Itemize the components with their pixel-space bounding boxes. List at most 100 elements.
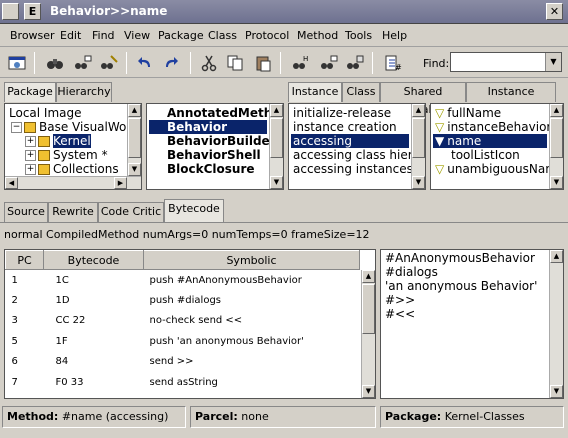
list-item[interactable]: ▽ unambiguousNam <box>435 162 557 176</box>
var-refs-icon[interactable] <box>318 52 340 74</box>
list-item[interactable]: accessing class hiera <box>293 148 420 162</box>
protocol-list[interactable]: initialize-release instance creation acc… <box>288 103 426 190</box>
literals-pane[interactable]: #AnAnonymousBehavior #dialogs 'an anonym… <box>380 249 564 399</box>
list-item[interactable]: instance creation <box>293 120 397 134</box>
override-marker-icon: ▽ <box>435 106 445 120</box>
menu-tools[interactable]: Tools <box>345 29 372 42</box>
literal-item[interactable]: #AnAnonymousBehavior <box>385 251 535 265</box>
chevron-down-icon[interactable]: ▼ <box>545 53 561 71</box>
redo-icon[interactable] <box>160 52 182 74</box>
find-combobox[interactable]: ▼ <box>450 52 562 72</box>
menu-method[interactable]: Method <box>297 29 338 42</box>
tab-class[interactable]: Class <box>342 82 380 102</box>
column-header-bytecode[interactable]: Bytecode <box>43 250 144 270</box>
tab-hierarchy[interactable]: Hierarchy <box>56 82 112 102</box>
expand-icon[interactable]: + <box>25 136 36 147</box>
tab-bytecode[interactable]: Bytecode <box>164 199 224 222</box>
scrollbar[interactable]: ▲ ▼ <box>127 104 141 176</box>
expand-icon[interactable]: + <box>25 164 36 175</box>
list-item[interactable]: initialize-release <box>293 106 391 120</box>
scrollbar[interactable]: ▲ ▼ <box>361 270 375 398</box>
sharp-icon[interactable]: # <box>382 52 404 74</box>
window-app-glyph[interactable]: E <box>24 3 41 20</box>
status-parcel: Parcel: none <box>190 406 376 428</box>
table-row[interactable]: 3 CC 22 no-check send << <box>6 311 360 332</box>
cut-icon[interactable] <box>198 52 220 74</box>
literal-item[interactable]: 'an anonymous Behavior' <box>385 279 537 293</box>
tree-item[interactable]: + System * <box>25 148 108 162</box>
menu-help[interactable]: Help <box>382 29 407 42</box>
literal-item[interactable]: #dialogs <box>385 265 438 279</box>
undo-icon[interactable] <box>134 52 156 74</box>
package-tree[interactable]: Local Image − Base VisualWo + Kernel + Syst… <box>4 103 142 190</box>
tab-package[interactable]: Package <box>4 82 56 102</box>
tree-item[interactable]: Local Image <box>9 106 82 120</box>
table-row[interactable]: 965return <box>6 393 360 398</box>
menu-edit[interactable]: Edit <box>60 29 81 42</box>
table-row[interactable]: 6 84 send >> <box>6 352 360 373</box>
menu-protocol[interactable]: Protocol <box>245 29 289 42</box>
scrollbar[interactable]: ▲ ▼ <box>549 104 563 189</box>
copy-icon[interactable] <box>224 52 246 74</box>
expand-icon[interactable]: + <box>25 150 36 161</box>
list-item[interactable]: Behavior <box>149 120 267 134</box>
package-icon <box>38 136 50 147</box>
list-item[interactable]: BlockClosure <box>167 162 255 176</box>
class-list[interactable]: AnnotatedMetho Behavior BehaviorBuilder … <box>146 103 284 190</box>
literal-item[interactable]: #>> <box>385 293 415 307</box>
scrollbar[interactable]: ◀ ▶ <box>5 176 141 189</box>
menu-browser[interactable]: Browser <box>10 29 55 42</box>
tab-rewrite[interactable]: Rewrite <box>48 202 98 222</box>
column-header-symbolic[interactable]: Symbolic <box>143 250 360 270</box>
list-item[interactable]: ▽ fullName <box>435 106 501 120</box>
table-row[interactable]: 7 F0 33 send asString <box>6 372 360 393</box>
status-package: Package: Kernel-Classes <box>380 406 564 428</box>
list-item[interactable]: toolListIcon <box>451 148 520 162</box>
literal-item[interactable]: #<< <box>385 307 415 321</box>
package-icon <box>38 164 50 175</box>
paste-icon[interactable] <box>252 52 274 74</box>
scrollbar[interactable]: ▲ ▼ <box>411 104 425 189</box>
string-refs-icon[interactable] <box>344 52 366 74</box>
menu-package[interactable]: Package <box>158 29 204 42</box>
table-row[interactable]: 1 1C push #AnAnonymousBehavior <box>6 270 360 291</box>
browser-icon[interactable] <box>6 52 28 74</box>
window-menu-button[interactable] <box>2 3 19 20</box>
list-item[interactable]: AnnotatedMetho <box>167 106 281 120</box>
tab-shared-variable[interactable]: Shared Variable <box>380 82 466 116</box>
tab-instance[interactable]: Instance <box>288 82 342 102</box>
scrollbar[interactable]: ▲ ▼ <box>549 250 563 398</box>
collapse-icon[interactable]: − <box>11 122 22 133</box>
tree-item[interactable]: + Kernel <box>25 134 91 148</box>
table-row[interactable]: 5 1F push 'an anonymous Behavior' <box>6 331 360 352</box>
implementors-icon[interactable] <box>98 52 120 74</box>
list-item[interactable]: BehaviorShell <box>167 148 261 162</box>
tab-source[interactable]: Source <box>4 202 48 222</box>
menu-find[interactable]: Find <box>92 29 115 42</box>
tab-code-critic[interactable]: Code Critic <box>98 202 164 222</box>
close-icon[interactable]: ✕ <box>546 3 563 20</box>
method-list[interactable]: ▽ fullName ▽ instanceBehavior ▼ name toolLi… <box>430 103 564 190</box>
senders-icon[interactable] <box>72 52 94 74</box>
menu-view[interactable]: View <box>124 29 150 42</box>
compiled-method-info: normal CompiledMethod numArgs=0 numTemps… <box>4 228 370 241</box>
class-refs-icon[interactable]: H <box>290 52 312 74</box>
list-item[interactable]: accessing <box>291 134 409 148</box>
table-row[interactable]: 2 1D push #dialogs <box>6 290 360 311</box>
list-item[interactable]: ▼ name <box>433 134 547 148</box>
tab-instance-variable[interactable]: Instance Variable <box>466 82 556 116</box>
list-item[interactable]: accessing instances <box>293 162 413 176</box>
list-item[interactable]: BehaviorBuilder <box>167 134 276 148</box>
tree-item[interactable]: + Collections <box>25 162 119 176</box>
window-title: Behavior>>name <box>50 4 168 18</box>
svg-text:#: # <box>395 63 402 72</box>
scrollbar[interactable]: ▲ ▼ <box>269 104 283 189</box>
svg-text:H: H <box>303 55 308 63</box>
menu-class[interactable]: Class <box>208 29 237 42</box>
find-binoculars-icon[interactable] <box>44 52 66 74</box>
tree-item[interactable]: − Base VisualWo <box>11 120 126 134</box>
column-header-pc[interactable]: PC <box>5 250 44 270</box>
list-item[interactable]: ▽ instanceBehavior <box>435 120 551 134</box>
title-bar: E Behavior>>name ✕ <box>0 0 568 24</box>
bytecode-table[interactable]: PC Bytecode Symbolic 1 1C push #AnAnonymou… <box>4 249 376 399</box>
